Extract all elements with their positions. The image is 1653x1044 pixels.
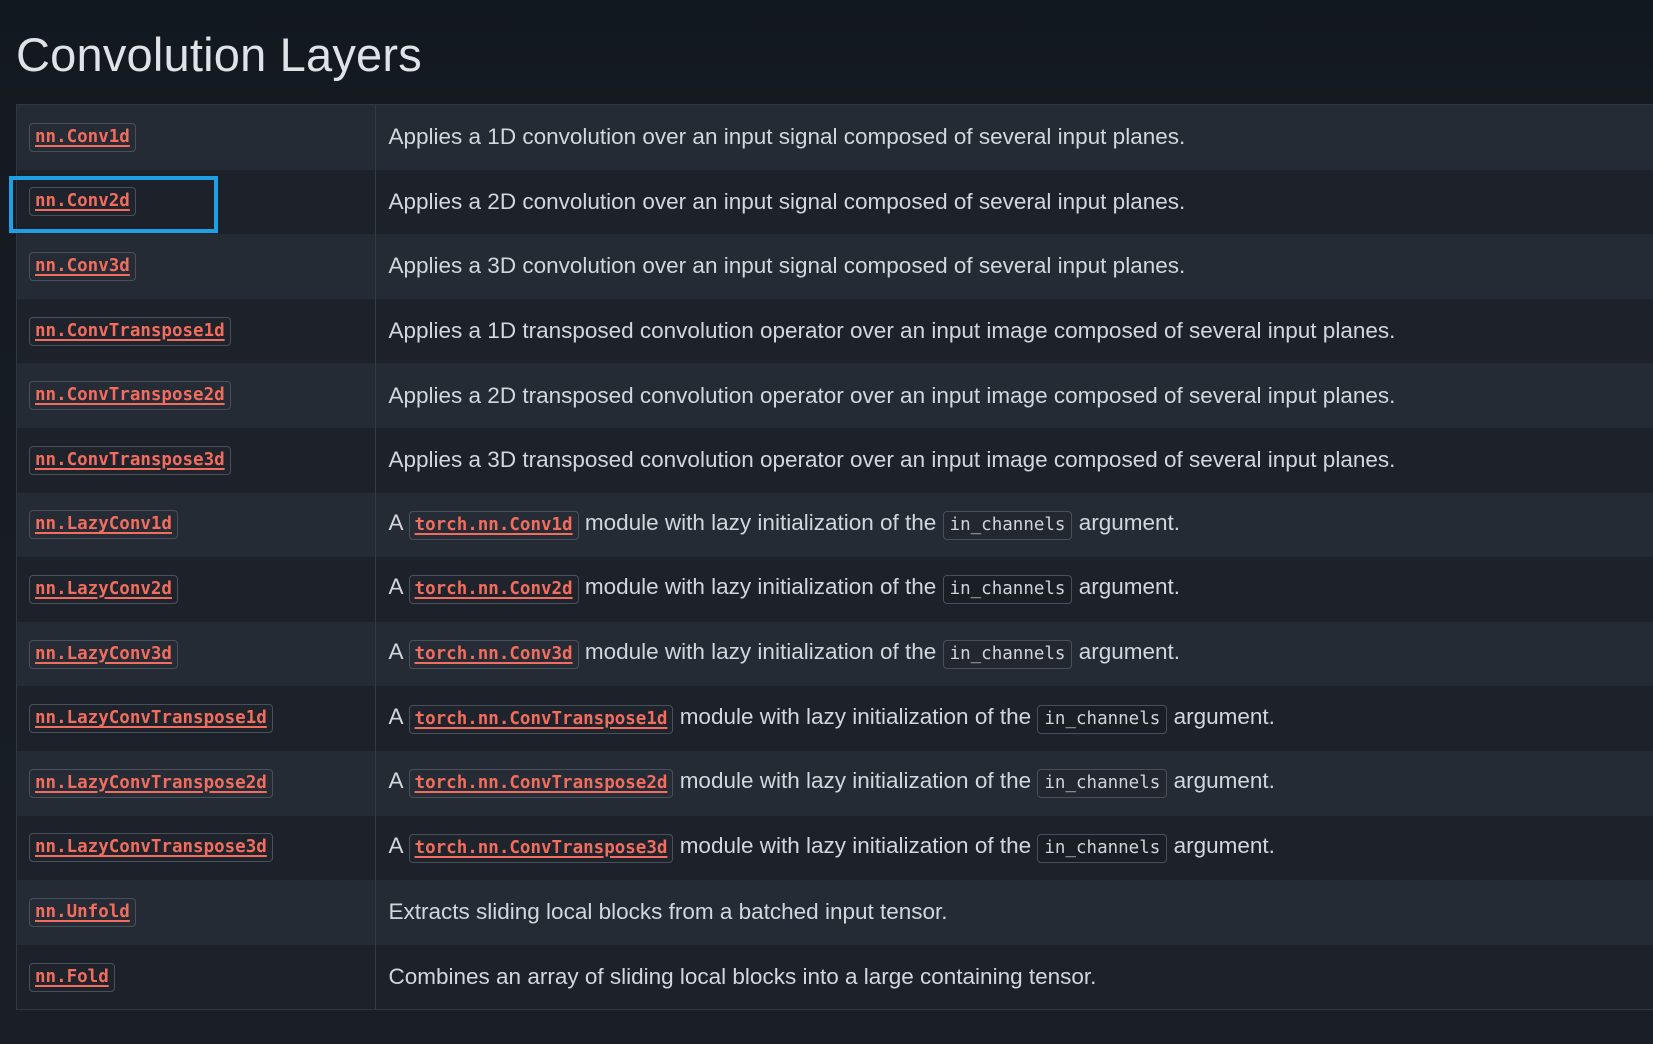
description-middle: module with lazy initialization of the — [679, 703, 1032, 729]
description-suffix: argument. — [1173, 703, 1275, 729]
inline-code: in_channels — [1037, 833, 1168, 863]
name-cell: nn.Unfold — [17, 880, 376, 945]
name-cell: nn.ConvTranspose1d — [17, 298, 376, 364]
inline-code: in_channels — [942, 510, 1073, 540]
api-link-nn-lazyconv1d[interactable]: nn.LazyConv1d — [29, 510, 178, 540]
name-cell: nn.ConvTranspose3d — [17, 427, 376, 493]
api-link-nn-fold[interactable]: nn.Fold — [29, 962, 115, 992]
table-row: nn.LazyConv1d A torch.nn.Conv1d module wi… — [17, 492, 1653, 558]
api-link-nn-lazyconvtranspose3d[interactable]: nn.LazyConvTranspose3d — [29, 833, 273, 863]
table-row: nn.Conv1d Applies a 1D convolution over a… — [17, 105, 1653, 170]
description-cell: Applies a 1D transposed convolution oper… — [375, 299, 1653, 364]
name-cell: nn.Conv1d — [17, 105, 376, 170]
description-prefix: A — [388, 768, 403, 794]
table-row: nn.ConvTranspose2d Applies a 2D transpose… — [17, 363, 1653, 428]
table-row: nn.LazyConvTranspose1d A torch.nn.ConvTra… — [17, 686, 1653, 751]
description-cell: Extracts sliding local blocks from a bat… — [375, 880, 1653, 945]
description-suffix: argument. — [1173, 768, 1275, 794]
api-link-nn-lazyconv3d[interactable]: nn.LazyConv3d — [29, 639, 178, 669]
description-text: Applies a 2D convolution over an input s… — [388, 188, 1186, 214]
page-title: Convolution Layers — [16, 28, 422, 81]
api-link-nn-conv1d[interactable]: nn.Conv1d — [29, 122, 136, 152]
description-cell: A torch.nn.ConvTranspose3d module with l… — [375, 816, 1653, 881]
description-middle: module with lazy initialization of the — [584, 639, 937, 665]
description-cell: A torch.nn.ConvTranspose2d module with l… — [375, 751, 1653, 816]
convolution-layers-table: nn.Conv1d Applies a 1D convolution over a… — [16, 104, 1653, 1011]
ref-link-torch-nn-convtranspose2d[interactable]: torch.nn.ConvTranspose2d — [408, 769, 674, 799]
description-text: Applies a 1D transposed convolution oper… — [388, 318, 1396, 344]
description-prefix: A — [388, 639, 403, 665]
description-text: Applies a 3D convolution over an input s… — [388, 253, 1186, 279]
table-body: nn.Conv1d Applies a 1D convolution over a… — [17, 105, 1653, 1010]
name-cell: nn.LazyConvTranspose1d — [17, 686, 376, 751]
description-cell: Applies a 3D convolution over an input s… — [375, 234, 1653, 299]
ref-link-torch-nn-conv2d[interactable]: torch.nn.Conv2d — [408, 575, 579, 605]
inline-code: in_channels — [1037, 704, 1168, 734]
table-row: nn.ConvTranspose1d Applies a 1D transpose… — [17, 298, 1653, 364]
api-link-nn-unfold[interactable]: nn.Unfold — [29, 897, 136, 927]
description-cell: Applies a 1D convolution over an input s… — [375, 105, 1653, 170]
table-row: nn.Fold Combines an array of sliding loca… — [17, 944, 1653, 1010]
description-cell: A torch.nn.Conv3d module with lazy initi… — [375, 622, 1653, 687]
description-cell: A torch.nn.Conv2d module with lazy initi… — [375, 557, 1653, 622]
description-text: Applies a 2D transposed convolution oper… — [388, 382, 1396, 408]
table-row: nn.LazyConv3d A torch.nn.Conv3d module wi… — [17, 621, 1653, 687]
inline-code: in_channels — [942, 575, 1073, 605]
description-cell: Applies a 2D convolution over an input s… — [375, 170, 1653, 235]
description-middle: module with lazy initialization of the — [584, 509, 937, 535]
name-cell: nn.LazyConv2d — [17, 557, 376, 622]
name-cell: nn.ConvTranspose2d — [17, 363, 376, 428]
description-suffix: argument. — [1078, 574, 1181, 600]
description-middle: module with lazy initialization of the — [679, 768, 1032, 794]
api-link-nn-convtranspose2d[interactable]: nn.ConvTranspose2d — [29, 381, 231, 411]
description-suffix: argument. — [1173, 832, 1275, 858]
description-cell: Applies a 3D transposed convolution oper… — [375, 428, 1653, 493]
table-row: nn.LazyConvTranspose2d A torch.nn.ConvTra… — [17, 750, 1653, 816]
description-text: Applies a 3D transposed convolution oper… — [388, 447, 1396, 473]
description-text: Applies a 1D convolution over an input s… — [388, 124, 1186, 150]
api-link-nn-conv2d[interactable]: nn.Conv2d — [29, 187, 136, 217]
docs-page: Convolution Layers nn.Conv1d Applies a 1D… — [0, 0, 1653, 1044]
description-text: Extracts sliding local blocks from a bat… — [388, 899, 948, 925]
description-prefix: A — [388, 703, 403, 729]
description-middle: module with lazy initialization of the — [584, 574, 937, 600]
name-cell: nn.LazyConvTranspose2d — [17, 750, 376, 816]
description-cell: A torch.nn.ConvTranspose1d module with l… — [375, 686, 1653, 751]
table-row: nn.Conv2d Applies a 2D convolution over a… — [17, 169, 1653, 235]
name-cell: nn.LazyConv1d — [17, 492, 376, 558]
api-link-nn-lazyconvtranspose1d[interactable]: nn.LazyConvTranspose1d — [29, 704, 273, 734]
api-link-nn-conv3d[interactable]: nn.Conv3d — [29, 251, 136, 281]
api-link-nn-lazyconvtranspose2d[interactable]: nn.LazyConvTranspose2d — [29, 768, 273, 798]
description-cell: Applies a 2D transposed convolution oper… — [375, 363, 1653, 428]
description-prefix: A — [388, 574, 403, 600]
name-cell: nn.Conv3d — [17, 234, 376, 299]
ref-link-torch-nn-convtranspose3d[interactable]: torch.nn.ConvTranspose3d — [408, 833, 674, 863]
name-cell: nn.LazyConvTranspose3d — [17, 815, 376, 881]
table-row: nn.Conv3d Applies a 3D convolution over a… — [17, 234, 1653, 299]
ref-link-torch-nn-conv3d[interactable]: torch.nn.Conv3d — [408, 640, 579, 670]
description-cell: A torch.nn.Conv1d module with lazy initi… — [375, 493, 1653, 558]
table-row: nn.ConvTranspose3d Applies a 3D transpose… — [17, 427, 1653, 493]
inline-code: in_channels — [942, 640, 1073, 670]
inline-code: in_channels — [1037, 769, 1168, 799]
description-prefix: A — [388, 509, 403, 535]
api-link-nn-convtranspose1d[interactable]: nn.ConvTranspose1d — [29, 316, 231, 346]
table-row: nn.LazyConvTranspose3d A torch.nn.ConvTra… — [17, 815, 1653, 881]
table-row: nn.Unfold Extracts sliding local blocks f… — [17, 880, 1653, 945]
description-text: Combines an array of sliding local block… — [388, 964, 1097, 990]
description-middle: module with lazy initialization of the — [679, 832, 1032, 858]
api-link-nn-lazyconv2d[interactable]: nn.LazyConv2d — [29, 574, 178, 604]
ref-link-torch-nn-conv1d[interactable]: torch.nn.Conv1d — [408, 510, 579, 540]
ref-link-torch-nn-convtranspose1d[interactable]: torch.nn.ConvTranspose1d — [408, 704, 674, 734]
description-suffix: argument. — [1078, 639, 1181, 665]
description-cell: Combines an array of sliding local block… — [375, 945, 1653, 1010]
api-table: nn.Conv1d Applies a 1D convolution over a… — [17, 105, 1653, 1010]
name-cell: nn.Fold — [17, 944, 376, 1010]
description-suffix: argument. — [1078, 509, 1181, 535]
name-cell: nn.LazyConv3d — [17, 621, 376, 687]
table-row: nn.LazyConv2d A torch.nn.Conv2d module wi… — [17, 557, 1653, 622]
name-cell: nn.Conv2d — [17, 169, 376, 235]
api-link-nn-convtranspose3d[interactable]: nn.ConvTranspose3d — [29, 445, 231, 475]
description-prefix: A — [388, 832, 403, 858]
